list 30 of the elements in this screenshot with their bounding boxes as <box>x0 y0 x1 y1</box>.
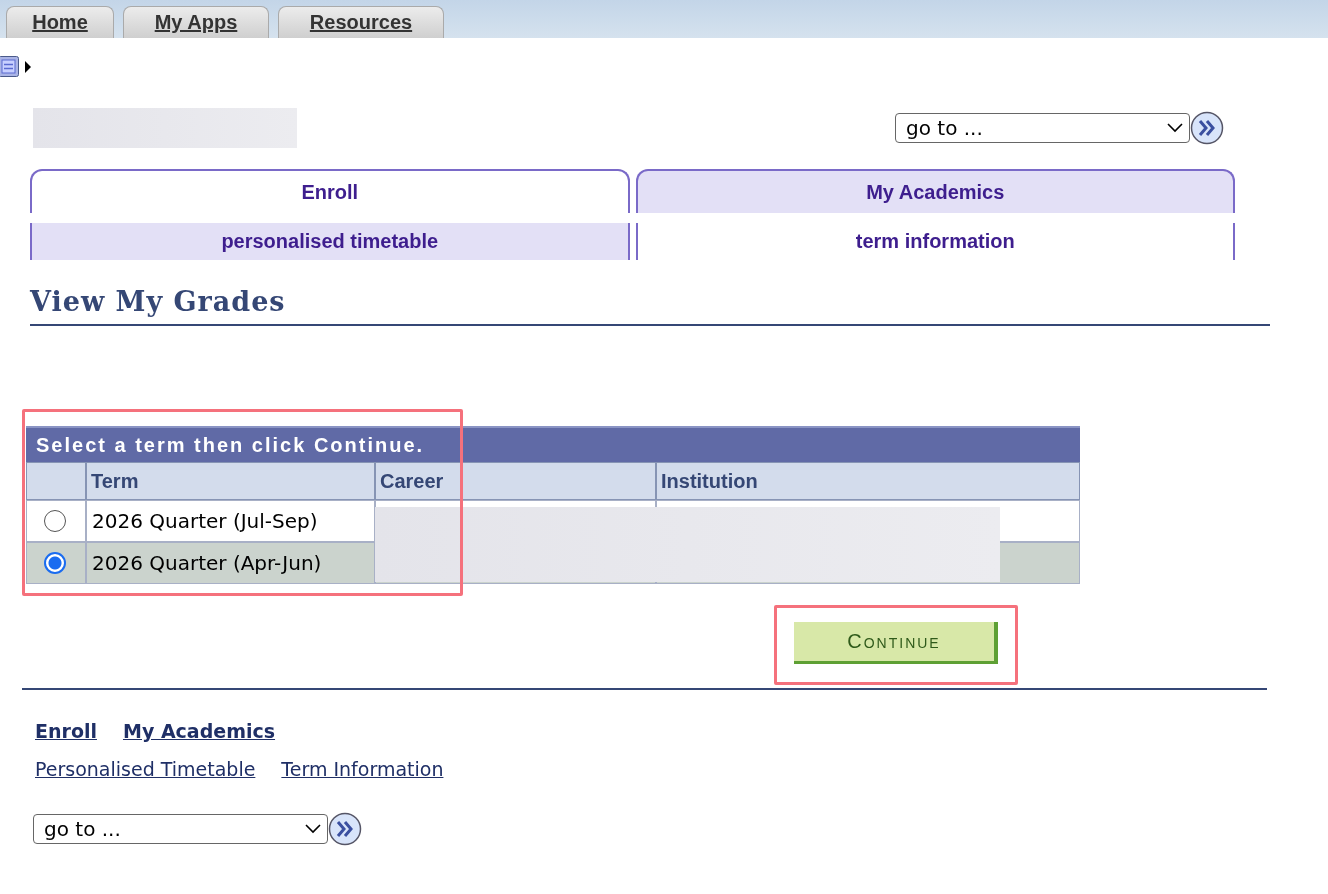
go-icon[interactable] <box>1190 111 1224 145</box>
footer-link[interactable]: Enroll <box>35 720 97 742</box>
go-icon[interactable] <box>328 812 362 846</box>
column-header: Career <box>375 462 656 500</box>
page-title: View My Grades <box>30 286 1270 326</box>
table-cell: 2026 Quarter (Jul-Sep) <box>86 500 375 542</box>
column-header: Institution <box>656 462 1080 500</box>
tab[interactable]: My Academics <box>635 169 1235 213</box>
chevron-down-icon <box>1167 123 1183 133</box>
goto-select[interactable]: go to ... <box>895 113 1190 143</box>
header-cell <box>26 462 86 500</box>
subtab[interactable]: personalised timetable <box>30 223 630 260</box>
continue-button[interactable]: Continue <box>794 622 998 664</box>
radio-button[interactable] <box>44 510 66 532</box>
menu-icon[interactable] <box>0 56 20 78</box>
nav-tab[interactable]: My Apps <box>123 6 269 38</box>
table-caption: Select a term then click Continue. <box>26 426 1080 462</box>
footer-link[interactable]: Term Information <box>281 758 444 780</box>
tab[interactable]: Enroll <box>30 169 630 213</box>
footer-link[interactable]: My Academics <box>122 720 276 742</box>
footer-link[interactable]: Personalised Timetable <box>35 758 256 780</box>
column-header: Term <box>86 462 375 500</box>
nav-tab[interactable]: Home <box>6 6 114 38</box>
subtab[interactable]: term information <box>635 223 1235 260</box>
radio-button[interactable] <box>44 552 66 574</box>
expand-arrow-icon[interactable] <box>24 60 32 74</box>
goto-select[interactable]: go to ... <box>33 814 328 844</box>
nav-tab[interactable]: Resources <box>278 6 444 38</box>
table-cell: 2026 Quarter (Apr-Jun) <box>86 542 375 584</box>
chevron-down-icon <box>305 824 321 834</box>
